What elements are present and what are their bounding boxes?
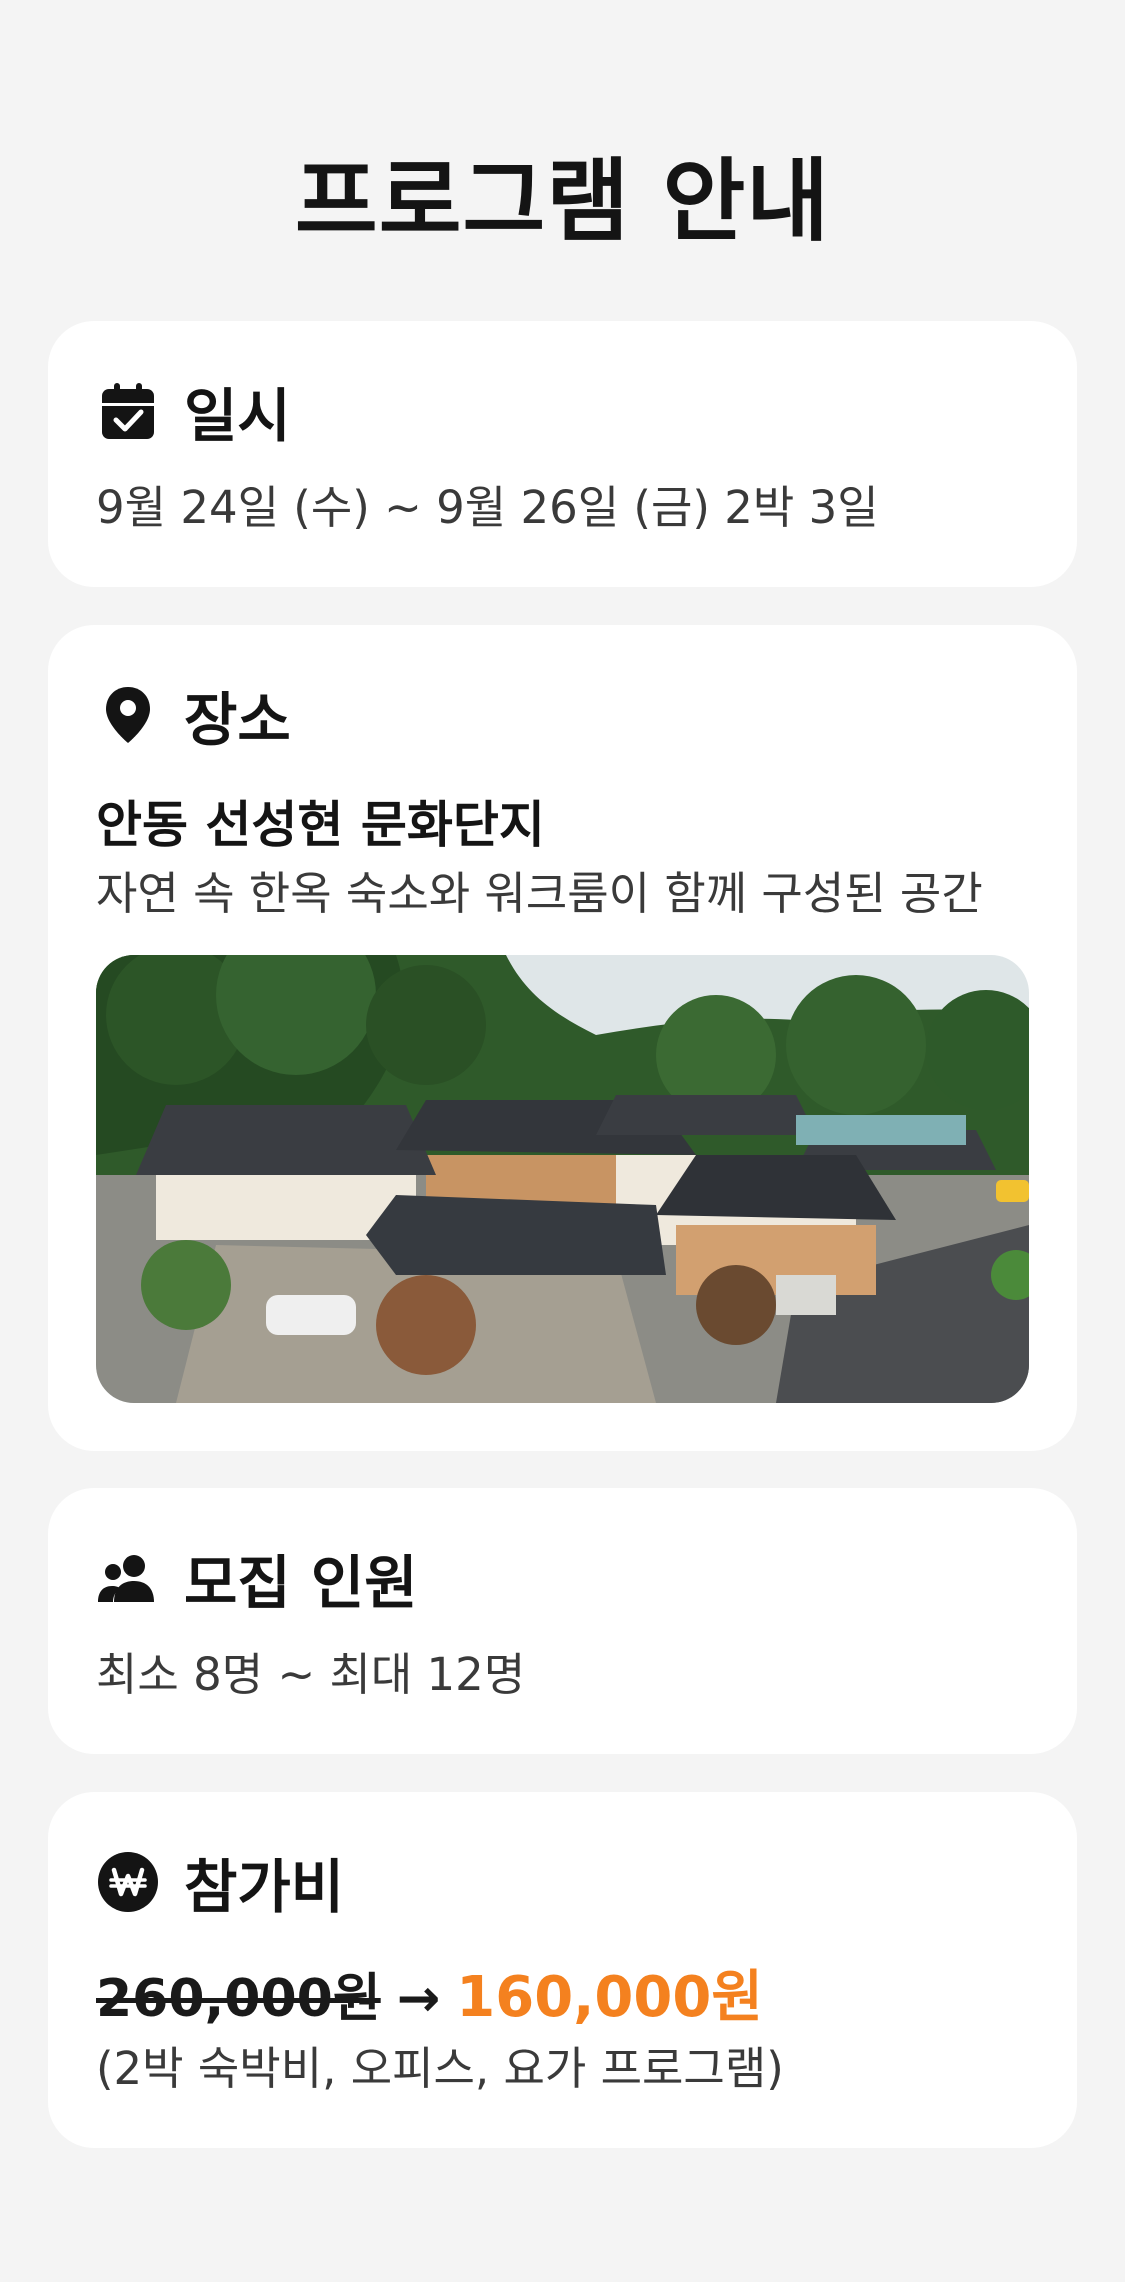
fee-card: 참가비 260,000원 → 160,000원 (2박 숙박비, 오피스, 요가… [48,1792,1077,2148]
price-arrow: → [396,1969,441,2029]
original-price: 260,000원 [96,1969,381,2029]
discounted-price: 160,000원 [456,1965,763,2030]
recruitment-range: 최소 8명 ~ 최대 12명 [96,1648,526,1701]
recruitment-title: 모집 인원 [184,1549,418,1617]
program-info-page: 프로그램 안내 일시 9월 24일 (수) ~ 9월 26일 (금) 2박 3일 [0,0,1125,2282]
fee-includes: (2박 숙박비, 오피스, 요가 프로그램) [96,2042,784,2095]
schedule-title: 일시 [184,382,291,450]
schedule-card: 일시 9월 24일 (수) ~ 9월 26일 (금) 2박 3일 [48,321,1077,587]
venue-title: 장소 [184,686,291,754]
fee-header: 참가비 [96,1840,344,1924]
venue-description: 자연 속 한옥 숙소와 워크룸이 함께 구성된 공간 [96,867,983,920]
fee-title: 참가비 [184,1853,345,1921]
hanok-complex-aerial-photo [96,955,1029,1403]
users-icon [96,1546,160,1610]
venue-name: 안동 선성현 문화단지 [96,796,545,854]
price-row: 260,000원 → 160,000원 [96,1952,763,2033]
venue-header: 장소 [96,673,291,757]
won-coin-icon [96,1850,160,1914]
map-pin-icon [96,683,160,747]
page-title: 프로그램 안내 [294,149,831,254]
schedule-header: 일시 [96,369,291,453]
recruitment-header: 모집 인원 [96,1536,418,1620]
schedule-dates: 9월 24일 (수) ~ 9월 26일 (금) 2박 3일 [96,481,879,534]
venue-card: 장소 안동 선성현 문화단지 자연 속 한옥 숙소와 워크룸이 함께 구성된 공… [48,625,1077,1451]
calendar-check-icon [96,379,160,443]
recruitment-card: 모집 인원 최소 8명 ~ 최대 12명 [48,1488,1077,1754]
